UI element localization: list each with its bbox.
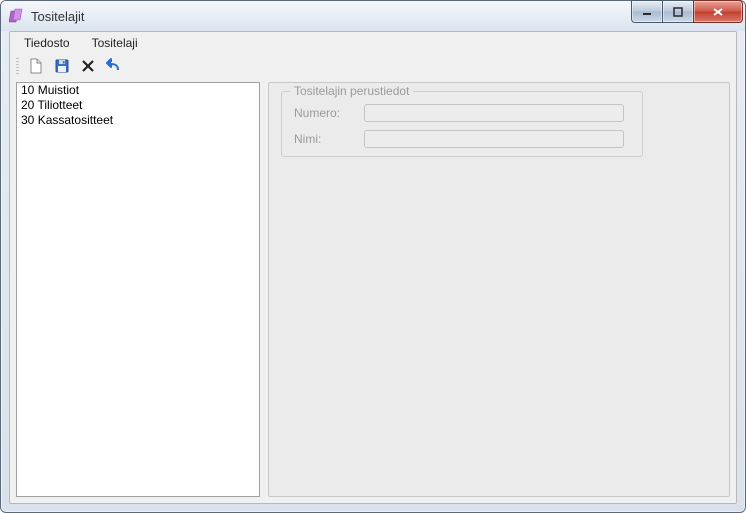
item-code: 10 xyxy=(21,83,34,97)
detail-panel: Tositelajin perustiedot Numero: Nimi: xyxy=(268,82,730,497)
body-area: 10 Muistiot 20 Tiliotteet 30 Kassatositt… xyxy=(16,82,730,497)
toolbar-grip xyxy=(16,58,19,76)
window-controls xyxy=(632,0,743,21)
titlebar[interactable]: Tositelajit xyxy=(1,1,745,31)
input-numero[interactable] xyxy=(364,104,624,122)
groupbox-title: Tositelajin perustiedot xyxy=(290,84,413,98)
row-nimi: Nimi: xyxy=(294,130,624,148)
client-area: Tiedosto Tositelaji xyxy=(9,31,737,504)
details-groupbox: Tositelajin perustiedot Numero: Nimi: xyxy=(281,91,643,157)
list-item[interactable]: 10 Muistiot xyxy=(17,83,259,98)
item-name: Tiliotteet xyxy=(37,98,82,112)
item-name: Muistiot xyxy=(38,83,79,97)
list-item[interactable]: 20 Tiliotteet xyxy=(17,98,259,113)
new-document-icon xyxy=(28,58,44,77)
close-button[interactable] xyxy=(693,0,743,23)
label-nimi: Nimi: xyxy=(294,132,364,146)
menu-kind[interactable]: Tositelaji xyxy=(82,34,148,52)
item-code: 30 xyxy=(21,113,34,127)
undo-button[interactable] xyxy=(103,56,125,78)
window-title: Tositelajit xyxy=(31,9,84,24)
item-name: Kassatositteet xyxy=(38,113,113,127)
undo-icon xyxy=(106,58,122,77)
menu-file[interactable]: Tiedosto xyxy=(14,34,80,52)
delete-x-icon xyxy=(80,58,96,77)
maximize-button[interactable] xyxy=(662,0,694,23)
toolbar xyxy=(10,54,736,80)
app-icon xyxy=(9,8,25,24)
row-numero: Numero: xyxy=(294,104,624,122)
save-button[interactable] xyxy=(51,56,73,78)
floppy-disk-icon xyxy=(54,58,70,77)
menubar: Tiedosto Tositelaji xyxy=(10,32,736,54)
new-button[interactable] xyxy=(25,56,47,78)
input-nimi[interactable] xyxy=(364,130,624,148)
window-frame: Tositelajit Tiedosto Tositelaji xyxy=(0,0,746,513)
label-numero: Numero: xyxy=(294,106,364,120)
item-code: 20 xyxy=(21,98,34,112)
voucher-type-list[interactable]: 10 Muistiot 20 Tiliotteet 30 Kassatositt… xyxy=(16,82,260,497)
delete-button[interactable] xyxy=(77,56,99,78)
list-item[interactable]: 30 Kassatositteet xyxy=(17,113,259,128)
minimize-button[interactable] xyxy=(631,0,663,23)
